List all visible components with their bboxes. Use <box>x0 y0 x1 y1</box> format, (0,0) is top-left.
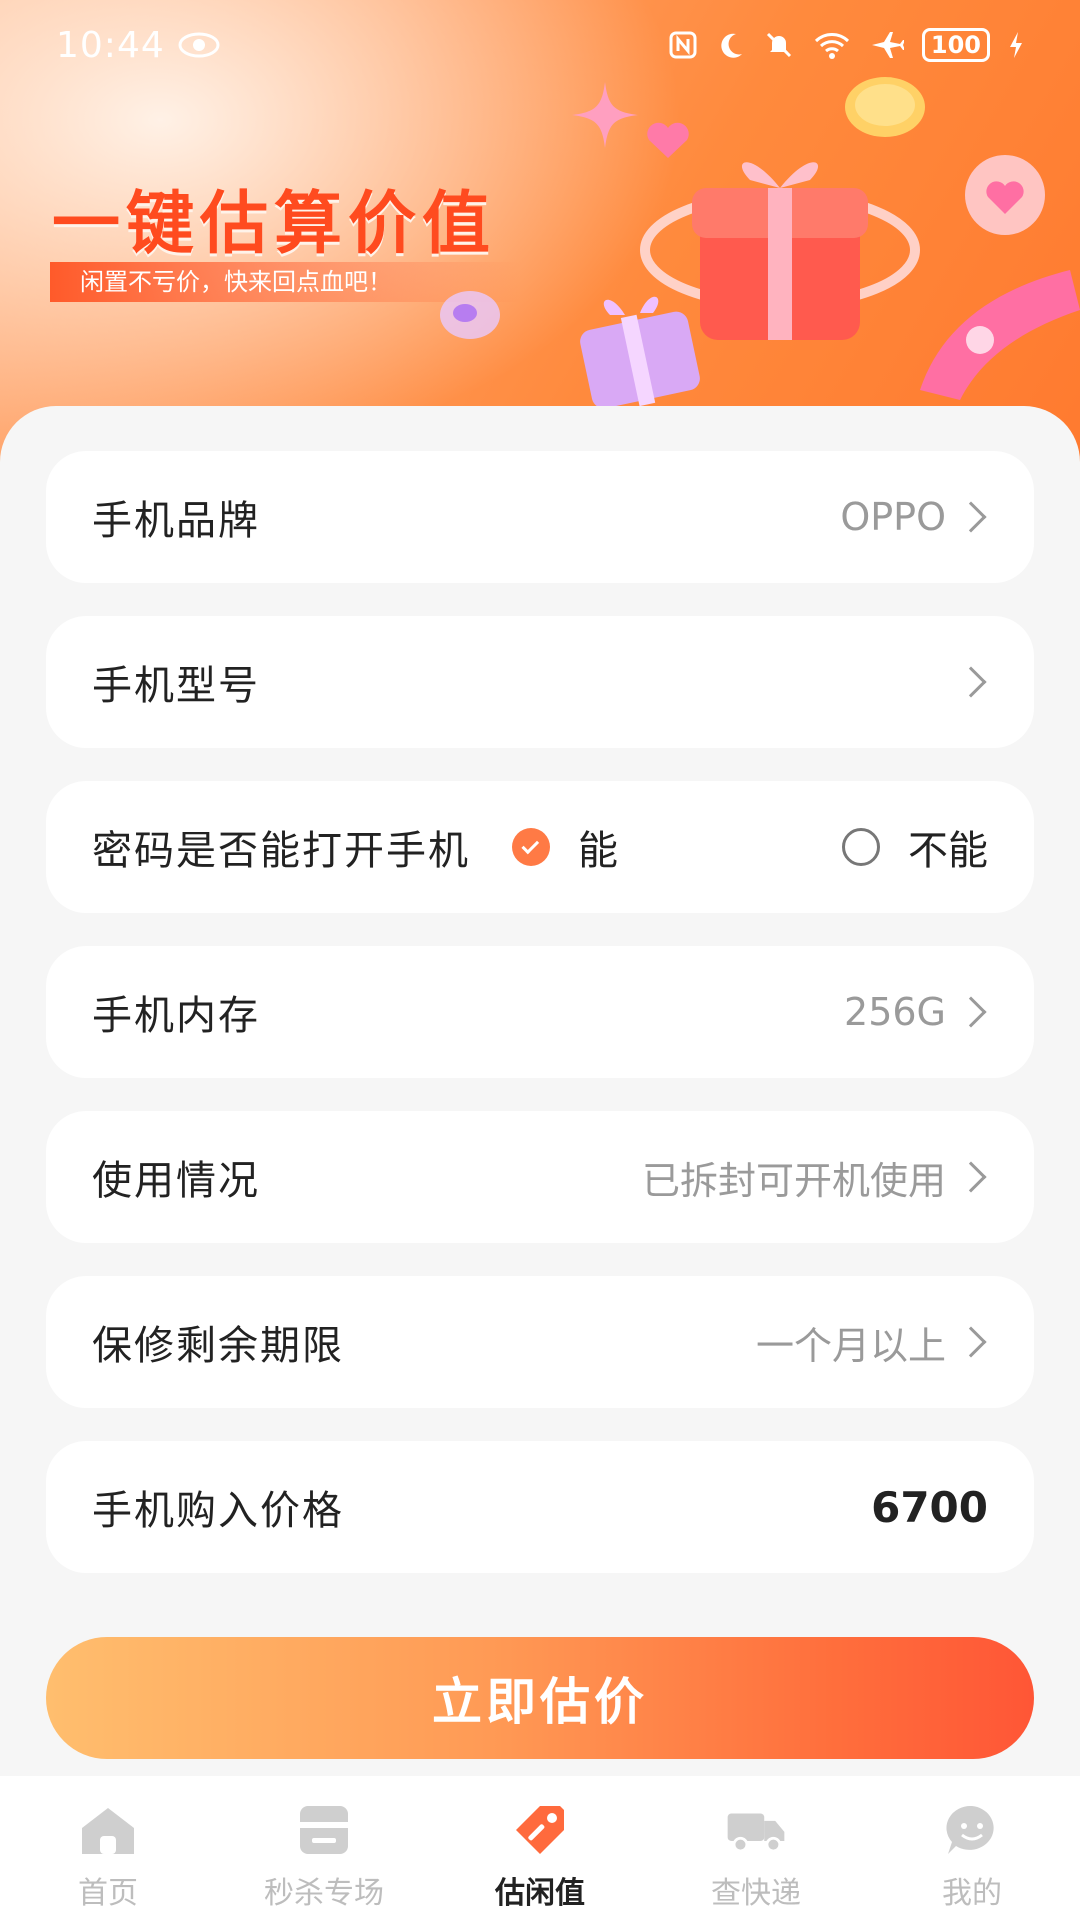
tab-express-label: 查快递 <box>711 1876 801 1911</box>
profile-icon <box>940 1800 1004 1860</box>
usage-label: 使用情况 <box>92 1158 260 1204</box>
purple-bubble-icon <box>440 291 500 339</box>
flash-sale-icon <box>292 1800 356 1860</box>
chevron-right-icon <box>955 996 987 1028</box>
tab-flash-sale[interactable]: 秒杀专场 <box>216 1776 432 1920</box>
home-icon <box>76 1800 140 1860</box>
usage-value-group: 已拆封可开机使用 <box>642 1150 988 1205</box>
radio-no-label: 不能 <box>908 828 988 874</box>
tab-profile-label: 我的 <box>942 1876 1002 1911</box>
wifi-icon <box>814 33 849 59</box>
tab-flash-sale-label: 秒杀专场 <box>264 1876 384 1911</box>
mute-bell-icon <box>766 32 791 58</box>
storage-label: 手机内存 <box>92 993 260 1039</box>
password-row: 密码是否能打开手机 能 不能 <box>46 781 1034 913</box>
eye-icon <box>178 32 220 58</box>
airplane-icon <box>871 32 904 58</box>
estimate-button[interactable]: 立即估价 <box>46 1637 1034 1759</box>
status-icons: 100 <box>668 28 1024 62</box>
warranty-label: 保修剩余期限 <box>92 1323 344 1369</box>
pink-tag-icon <box>920 270 1080 400</box>
heart-bubble-icon <box>965 155 1045 235</box>
radio-yes[interactable]: 能 <box>512 818 618 876</box>
chevron-right-icon <box>955 501 987 533</box>
chevron-right-icon <box>955 1161 987 1193</box>
status-time: 10:44 <box>56 25 221 66</box>
moon-icon <box>721 33 742 58</box>
radio-unchecked-icon <box>842 828 880 866</box>
tab-profile[interactable]: 我的 <box>864 1776 1080 1920</box>
warranty-value: 一个月以上 <box>755 1323 946 1368</box>
radio-checked-icon <box>512 828 550 866</box>
sparkle-star-icon <box>572 82 638 148</box>
storage-row[interactable]: 手机内存 256G <box>46 946 1034 1078</box>
brand-value: OPPO <box>840 495 946 539</box>
tab-estimate-label: 估闲值 <box>495 1876 585 1911</box>
hero-title: 一键估算价值 <box>52 185 497 264</box>
model-label: 手机型号 <box>92 663 260 709</box>
price-tag-icon <box>508 1800 572 1860</box>
tab-express[interactable]: 查快递 <box>648 1776 864 1920</box>
model-row[interactable]: 手机型号 <box>46 616 1034 748</box>
price-label: 手机购入价格 <box>92 1488 344 1534</box>
tab-estimate[interactable]: 估闲值 <box>432 1776 648 1920</box>
charging-icon <box>1010 32 1022 58</box>
chevron-right-icon <box>955 666 987 698</box>
radio-no[interactable]: 不能 <box>842 818 988 876</box>
hero-banner: 10:44 100 一键估算价值 闲置不亏价，快来回点血吧！ <box>0 0 1080 470</box>
tab-home-label: 首页 <box>78 1876 138 1911</box>
warranty-row[interactable]: 保修剩余期限 一个月以上 <box>46 1276 1034 1408</box>
battery-indicator: 100 <box>921 28 990 62</box>
storage-value: 256G <box>844 990 946 1034</box>
password-label: 密码是否能打开手机 <box>92 828 470 874</box>
usage-value: 已拆封可开机使用 <box>641 1158 946 1203</box>
storage-value-group: 256G <box>844 990 988 1034</box>
brand-label: 手机品牌 <box>92 498 260 544</box>
clock: 10:44 <box>56 24 165 66</box>
warranty-value-group: 一个月以上 <box>756 1315 988 1370</box>
usage-row[interactable]: 使用情况 已拆封可开机使用 <box>46 1111 1034 1243</box>
nfc-icon <box>669 31 697 59</box>
bottom-tab-bar: 首页 秒杀专场 估闲值 查快递 我的 <box>0 1776 1080 1920</box>
tab-home[interactable]: 首页 <box>0 1776 216 1920</box>
radio-yes-label: 能 <box>578 828 618 874</box>
brand-value-group: OPPO <box>840 495 988 539</box>
model-value-group <box>946 666 988 698</box>
truck-icon <box>724 1800 788 1860</box>
price-value[interactable]: 6700 <box>871 1483 988 1532</box>
price-row[interactable]: 手机购入价格 6700 <box>46 1441 1034 1573</box>
chevron-right-icon <box>955 1326 987 1358</box>
small-gift-icon <box>580 296 700 409</box>
brand-row[interactable]: 手机品牌 OPPO <box>46 451 1034 583</box>
